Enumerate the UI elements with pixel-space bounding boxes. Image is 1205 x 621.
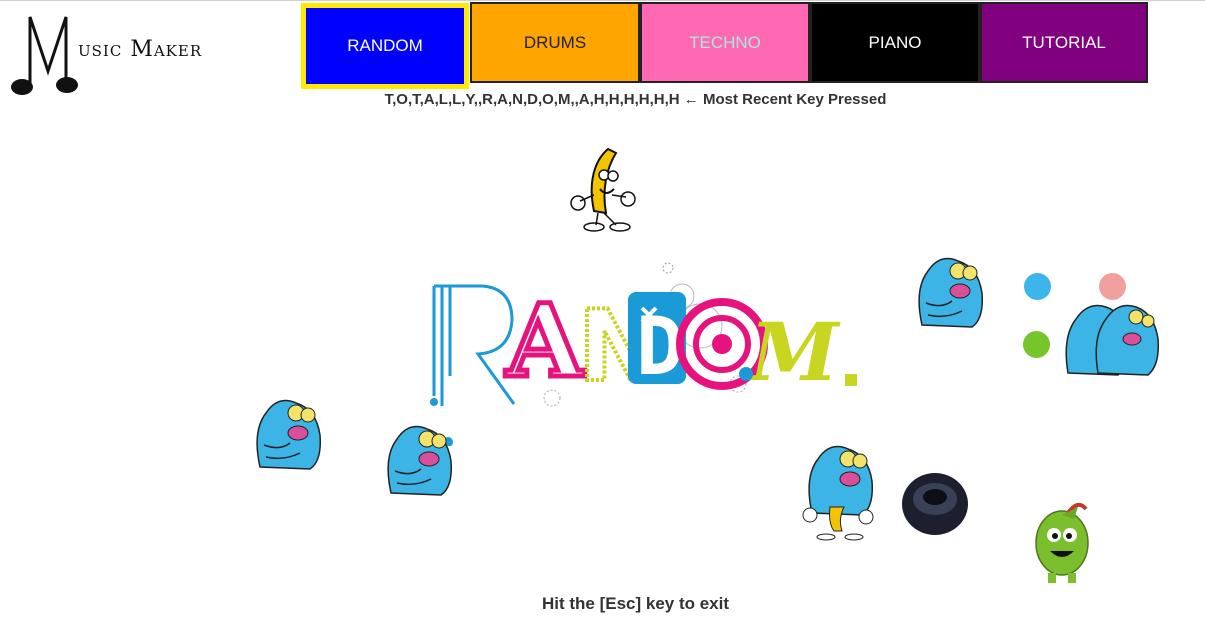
pink-dot-icon — [1099, 273, 1126, 300]
logo-text: usic Maker — [78, 37, 203, 62]
recent-keys-label: ← Most Recent Key Pressed — [683, 91, 887, 108]
banner-letter-m: M — [747, 305, 841, 399]
nav-label-tutorial: TUTORIAL — [1022, 32, 1106, 52]
blue-monster-icon — [918, 257, 984, 328]
random-banner-graphic: A N D M — [430, 262, 857, 446]
recent-keys-value: T,O,T,A,L,L,Y,,R,A,N,D,O,M,,A,H,H,H,H,H,… — [384, 91, 680, 108]
nav-button-tutorial[interactable]: TUTORIAL — [980, 2, 1148, 83]
blue-monster-pair-icon — [1065, 304, 1160, 376]
blue-monster-icon — [387, 425, 453, 496]
nav-button-piano[interactable]: PIANO — [810, 2, 980, 83]
recent-keys-status: T,O,T,A,L,L,Y,,R,A,N,D,O,M,,A,H,H,H,H,H,… — [0, 91, 1205, 108]
green-dot-icon — [1023, 331, 1050, 358]
monster-with-banana-icon — [802, 445, 874, 541]
nav-label-techno: TECHNO — [689, 32, 761, 52]
nav-label-piano: PIANO — [868, 32, 922, 52]
green-alien-icon — [1035, 502, 1089, 583]
blue-dot-icon — [1024, 273, 1051, 300]
dancing-banana-icon — [570, 147, 636, 232]
banner-letter-a: A — [505, 282, 585, 400]
nav-button-techno[interactable]: TECHNO — [640, 2, 810, 83]
exit-hint: Hit the [Esc] key to exit — [541, 594, 730, 613]
music-note-logo-icon — [11, 16, 78, 95]
dark-orb-icon — [902, 473, 968, 535]
logo: usic Maker — [8, 11, 218, 97]
nav-label-random: RANDOM — [347, 36, 423, 55]
nav-label-drums: DRUMS — [523, 32, 587, 52]
nav-button-random[interactable]: RANDOM — [301, 3, 469, 89]
nav-button-drums[interactable]: DRUMS — [470, 2, 640, 83]
blue-monster-icon — [256, 399, 322, 470]
